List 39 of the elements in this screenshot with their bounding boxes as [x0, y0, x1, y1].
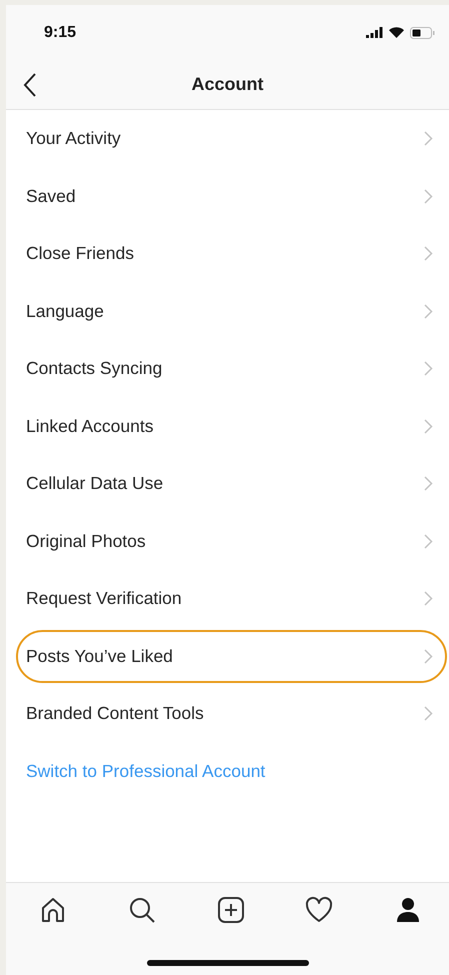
item-label: Close Friends: [26, 243, 134, 264]
settings-item[interactable]: Saved: [6, 168, 449, 225]
chevron-icon: [424, 246, 433, 262]
status-time: 9:15: [44, 24, 76, 42]
chevron-icon: [424, 361, 433, 376]
chevron-icon: [424, 131, 433, 146]
item-label: Saved: [26, 186, 76, 207]
item-label: Contacts Syncing: [26, 358, 162, 380]
item-label: Branded Content Tools: [26, 703, 204, 724]
item-label: Linked Accounts: [26, 416, 154, 437]
settings-item[interactable]: Cellular Data Use: [6, 455, 449, 512]
settings-item[interactable]: Language: [6, 282, 449, 340]
chevron-icon: [424, 418, 433, 434]
settings-item[interactable]: Linked Accounts: [6, 398, 449, 455]
page-title: Account: [192, 74, 264, 95]
item-label: Posts You’ve Liked: [26, 646, 173, 667]
signal-icon: [366, 27, 383, 38]
settings-item[interactable]: Request Verification: [6, 570, 449, 628]
settings-item[interactable]: Close Friends: [6, 225, 449, 282]
battery-icon: [410, 26, 435, 38]
item-label: Cellular Data Use: [26, 473, 164, 494]
item-label: Original Photos: [26, 530, 146, 552]
settings-item[interactable]: Original Photos: [6, 512, 449, 570]
chevron-icon: [424, 476, 433, 492]
settings-item[interactable]: Branded Content Tools: [6, 685, 449, 742]
chevron-icon: [424, 188, 433, 204]
chevron-icon: [424, 706, 433, 722]
settings-item[interactable]: Your Activity: [6, 110, 449, 168]
chevron-icon: [424, 304, 433, 319]
back-button[interactable]: [22, 72, 38, 98]
item-label: Your Activity: [26, 128, 121, 150]
chevron-icon: [424, 591, 433, 606]
item-label: Request Verification: [26, 588, 182, 610]
chevron-icon: [424, 648, 433, 664]
chevron-icon: [424, 534, 433, 549]
settings-item[interactable]: Contacts Syncing: [6, 340, 449, 398]
item-label: Language: [26, 300, 104, 322]
settings-item[interactable]: Posts You’ve Liked: [6, 628, 449, 685]
wifi-icon: [389, 27, 404, 38]
